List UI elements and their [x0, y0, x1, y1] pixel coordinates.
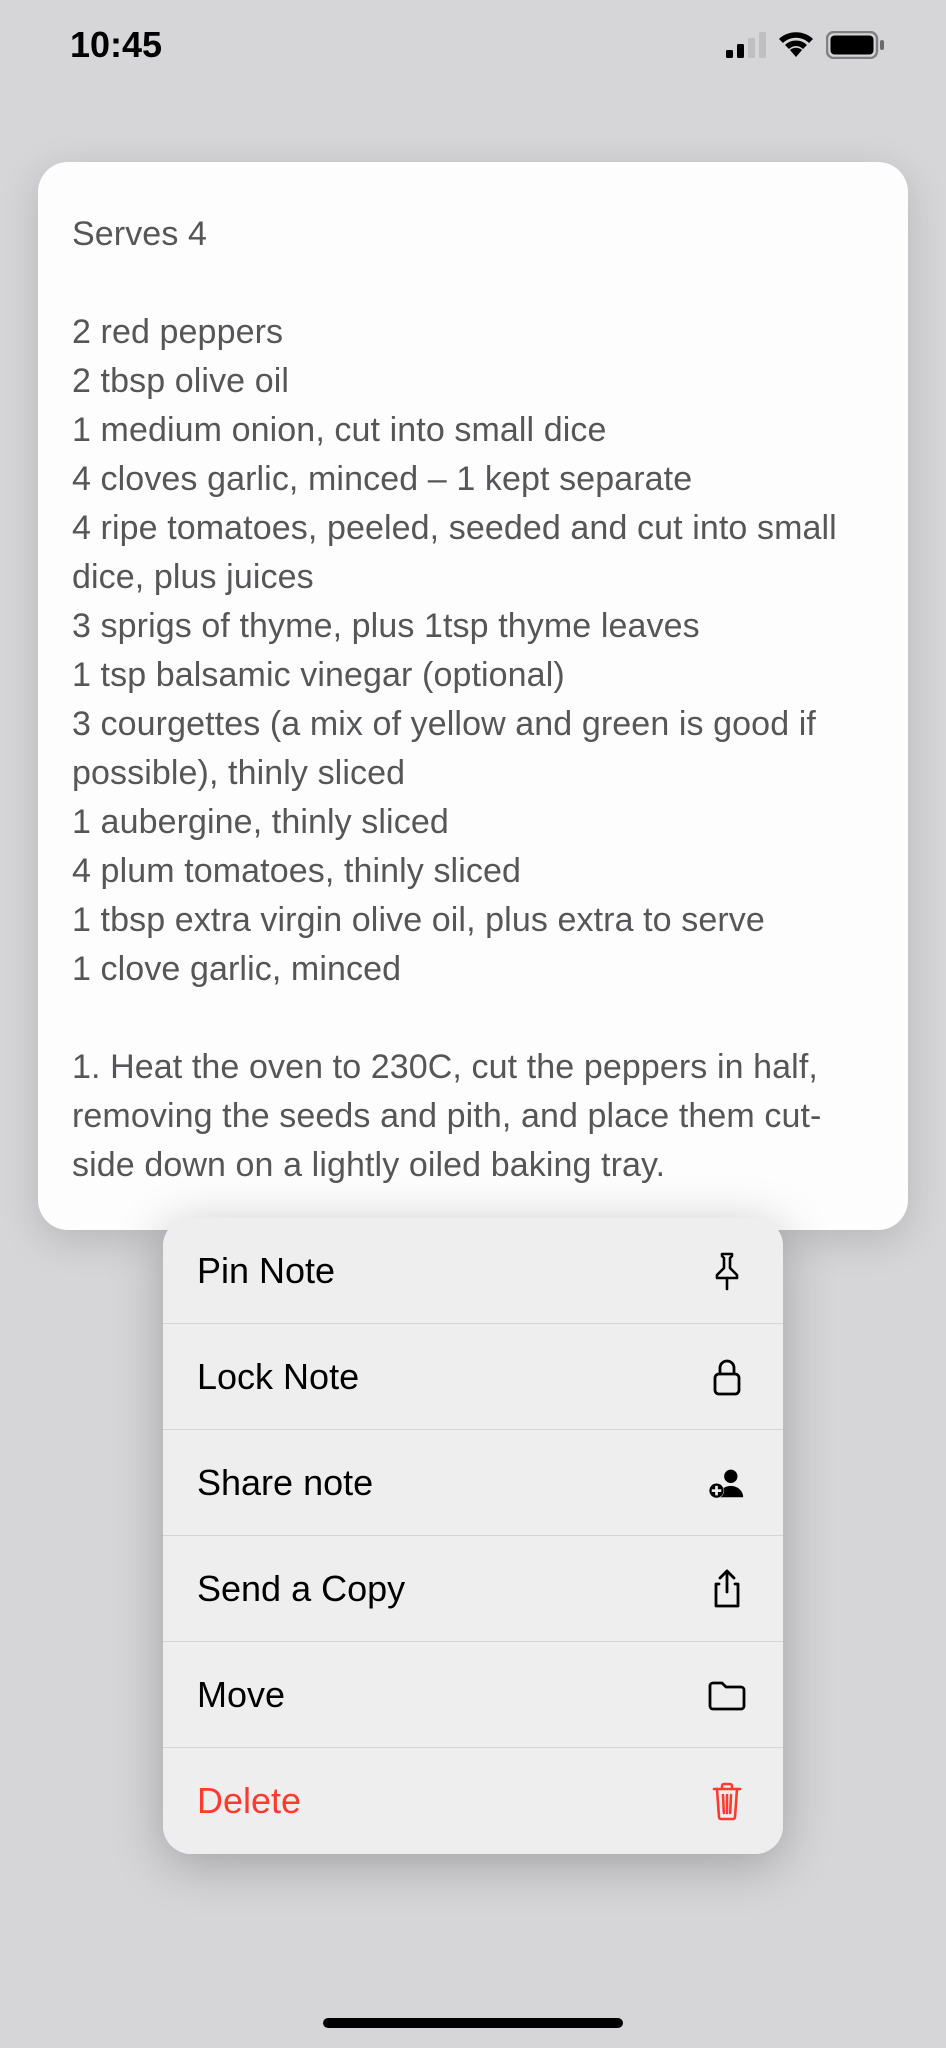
lock-icon [707, 1357, 747, 1397]
note-step-1: 1. Heat the oven to 230C, cut the pepper… [72, 1043, 874, 1190]
trash-icon [707, 1781, 747, 1821]
ingredient-line: 1 clove garlic, minced [72, 945, 874, 994]
note-preview-card[interactable]: Serves 4 2 red peppers2 tbsp olive oil1 … [38, 162, 908, 1230]
ingredient-line: 4 plum tomatoes, thinly sliced [72, 847, 874, 896]
status-time: 10:45 [70, 24, 162, 66]
share-icon [707, 1569, 747, 1609]
ingredient-line: 2 tbsp olive oil [72, 357, 874, 406]
ingredient-line: 3 courgettes (a mix of yellow and green … [72, 700, 874, 798]
note-serves: Serves 4 [72, 210, 874, 259]
status-indicators [726, 31, 886, 59]
menu-item-delete[interactable]: Delete [163, 1748, 783, 1854]
menu-item-label: Lock Note [197, 1356, 359, 1398]
menu-item-lock-note[interactable]: Lock Note [163, 1324, 783, 1430]
ingredient-line: 4 ripe tomatoes, peeled, seeded and cut … [72, 504, 874, 602]
ingredient-line: 3 sprigs of thyme, plus 1tsp thyme leave… [72, 602, 874, 651]
ingredient-line: 2 red peppers [72, 308, 874, 357]
person-add-icon [707, 1463, 747, 1503]
ingredient-line: 1 tbsp extra virgin olive oil, plus extr… [72, 896, 874, 945]
pin-icon [707, 1251, 747, 1291]
status-bar: 10:45 [0, 0, 946, 90]
folder-icon [707, 1675, 747, 1715]
menu-item-pin-note[interactable]: Pin Note [163, 1218, 783, 1324]
menu-item-share-note[interactable]: Share note [163, 1430, 783, 1536]
wifi-icon [776, 31, 816, 59]
menu-item-send-a-copy[interactable]: Send a Copy [163, 1536, 783, 1642]
menu-item-label: Pin Note [197, 1250, 335, 1292]
note-ingredients-list: 2 red peppers2 tbsp olive oil1 medium on… [72, 308, 874, 994]
ingredient-line: 1 aubergine, thinly sliced [72, 798, 874, 847]
menu-item-label: Share note [197, 1462, 373, 1504]
menu-item-label: Delete [197, 1780, 301, 1822]
ingredient-line: 4 cloves garlic, minced – 1 kept separat… [72, 455, 874, 504]
ingredient-line: 1 medium onion, cut into small dice [72, 406, 874, 455]
context-menu: Pin Note Lock Note Share note Send a Cop… [163, 1218, 783, 1854]
menu-item-label: Move [197, 1674, 285, 1716]
cellular-icon [726, 32, 766, 58]
ingredient-line: 1 tsp balsamic vinegar (optional) [72, 651, 874, 700]
menu-item-label: Send a Copy [197, 1568, 405, 1610]
home-indicator [323, 2018, 623, 2028]
menu-item-move[interactable]: Move [163, 1642, 783, 1748]
battery-icon [826, 31, 886, 59]
